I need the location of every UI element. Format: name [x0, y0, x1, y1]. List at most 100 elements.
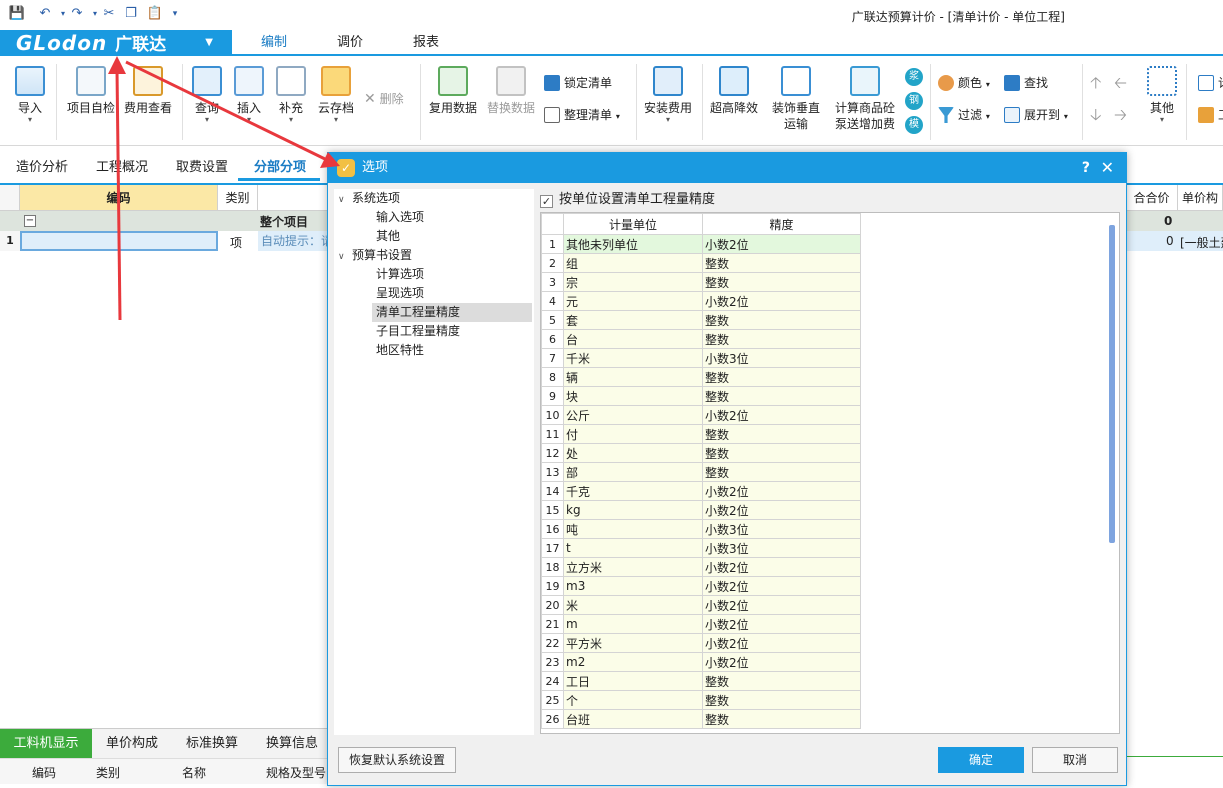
steel-icon[interactable]: 钢 — [905, 92, 923, 110]
tab-fee-settings[interactable]: 取费设置 — [176, 156, 228, 175]
table-row[interactable]: 1 其他未列单位 小数2位 — [541, 234, 861, 254]
tree-item-list-quantity-precision[interactable]: 清单工程量精度 — [372, 303, 532, 322]
table-row[interactable]: 7 千米 小数3位 — [541, 348, 861, 368]
table-row[interactable]: 12 处整数 — [541, 443, 861, 463]
fee-view-button[interactable]: 费用查看 — [122, 66, 174, 116]
cancel-button[interactable]: 取消 — [1032, 747, 1118, 773]
precision-cell[interactable]: 整数 — [702, 462, 861, 482]
import-button[interactable]: 导入 ▾ — [12, 66, 48, 124]
paste-icon[interactable]: 📋 — [146, 5, 164, 23]
header-precision[interactable]: 精度 — [702, 213, 861, 235]
insert-button[interactable]: 插入 ▾ — [232, 66, 266, 124]
lock-list-button[interactable]: 锁定清单 — [544, 72, 612, 94]
tree-item-system-options[interactable]: ∨ 系统选项 — [338, 189, 400, 208]
collapse-chevron-icon[interactable]: ∨ — [338, 248, 352, 267]
precision-cell[interactable]: 整数 — [702, 690, 861, 710]
type-cell[interactable]: 项 — [230, 234, 242, 251]
formwork-icon[interactable]: 模 — [905, 116, 923, 134]
tab-standard-conversion[interactable]: 标准换算 — [172, 729, 252, 759]
unit-cell[interactable]: 元 — [563, 291, 703, 311]
bottom-col-type[interactable]: 类别 — [96, 764, 120, 781]
precision-cell[interactable]: 整数 — [702, 367, 861, 387]
unit-cell[interactable]: t — [563, 538, 703, 558]
bottom-col-name[interactable]: 名称 — [182, 764, 206, 781]
logo-dropdown-icon[interactable]: ▼ — [205, 30, 214, 56]
move-down-icon[interactable]: 🡣 — [1090, 104, 1102, 126]
concrete-pump-button[interactable]: 计算商品砼 泵送增加费 — [832, 66, 898, 132]
self-check-button[interactable]: 项目自检 — [64, 66, 118, 116]
table-row[interactable]: 15 kg 小数2位 — [541, 500, 861, 520]
tab-baobiao[interactable]: 报表 — [388, 30, 464, 56]
unit-cell[interactable]: 处 — [563, 443, 703, 463]
unit-cell[interactable]: 其他未列单位 — [563, 234, 703, 254]
other-button[interactable]: 其他 ▾ — [1146, 66, 1178, 124]
bottom-col-spec[interactable]: 规格及型号 — [266, 764, 326, 781]
cloud-save-button[interactable]: 云存档 ▾ — [316, 66, 356, 124]
install-fee-button[interactable]: 安装费用 ▾ — [642, 66, 694, 124]
move-left-icon[interactable]: 🡠 — [1114, 72, 1127, 94]
move-right-icon[interactable]: 🡢 — [1114, 104, 1127, 126]
unit-cell[interactable]: 平方米 — [563, 633, 703, 653]
unit-cell[interactable]: m3 — [563, 576, 703, 596]
table-row[interactable]: 11 付整数 — [541, 424, 861, 444]
unit-cell[interactable]: 千米 — [563, 348, 703, 368]
supplement-button[interactable]: 补充 ▾ — [274, 66, 308, 124]
tab-unit-price[interactable]: 单价构成 — [92, 729, 172, 759]
unit-cell[interactable]: 公斤 — [563, 405, 703, 425]
precision-cell[interactable]: 整数 — [702, 424, 861, 444]
code-cell[interactable] — [20, 231, 218, 251]
tool-button[interactable]: 工 — [1198, 104, 1223, 126]
unit-cell[interactable]: 辆 — [563, 367, 703, 387]
precision-cell[interactable]: 整数 — [702, 386, 861, 406]
tree-item-display-options[interactable]: 呈现选项 — [376, 284, 424, 303]
table-row[interactable]: 18 立方米 小数2位 — [541, 557, 861, 577]
unit-cell[interactable]: 套 — [563, 310, 703, 330]
precision-cell[interactable]: 整数 — [702, 671, 861, 691]
table-row[interactable]: 16 吨小数3位 — [541, 519, 861, 539]
bottom-col-code[interactable]: 编码 — [32, 764, 56, 781]
tab-bianzhi[interactable]: 编制 — [236, 30, 312, 56]
precision-cell[interactable]: 小数3位 — [702, 519, 861, 539]
precision-cell[interactable]: 小数2位 — [702, 291, 861, 311]
unit-cell[interactable]: 个 — [563, 690, 703, 710]
help-button[interactable]: ? — [1082, 153, 1090, 183]
table-row[interactable]: 14 千克 小数2位 — [541, 481, 861, 501]
tree-item-budget-settings[interactable]: ∨ 预算书设置 — [338, 246, 412, 265]
tab-conversion-info[interactable]: 换算信息 — [252, 729, 332, 759]
table-row[interactable]: 22 平方米 小数2位 — [541, 633, 861, 653]
close-icon[interactable]: ✕ — [1101, 153, 1114, 183]
table-row[interactable]: 4 元小数2位 — [541, 291, 861, 311]
table-row[interactable]: 1 项 自动提示：请 — [0, 231, 330, 251]
precision-cell[interactable]: 小数2位 — [702, 614, 861, 634]
tree-item-input-options[interactable]: 输入选项 — [376, 208, 424, 227]
table-row[interactable]: 19 m3 小数2位 — [541, 576, 861, 596]
tab-division-items[interactable]: 分部分项 — [254, 156, 306, 175]
unit-cell[interactable]: kg — [563, 500, 703, 520]
unit-cell[interactable]: 米 — [563, 595, 703, 615]
table-row[interactable]: 3 宗整数 — [541, 272, 861, 292]
precision-cell[interactable]: 整数 — [702, 329, 861, 349]
precision-cell[interactable]: 小数2位 — [702, 633, 861, 653]
header-total[interactable]: 合合价 — [1126, 185, 1178, 211]
tab-cost-analysis[interactable]: 造价分析 — [16, 156, 68, 175]
precision-cell[interactable]: 小数3位 — [702, 538, 861, 558]
mortar-icon[interactable]: 浆 — [905, 68, 923, 86]
unit-cell[interactable]: 宗 — [563, 272, 703, 292]
table-row[interactable]: 10 公斤 小数2位 — [541, 405, 861, 425]
precision-cell[interactable]: 整数 — [702, 709, 861, 729]
copy-icon[interactable]: ❐ — [122, 5, 140, 23]
tree-item-sub-quantity-precision[interactable]: 子目工程量精度 — [376, 322, 460, 341]
redo-icon[interactable]: ↷ — [68, 5, 86, 23]
move-up-icon[interactable]: 🡡 — [1090, 72, 1102, 94]
unit-cell[interactable]: 台班 — [563, 709, 703, 729]
checkbox-checked-icon[interactable]: ✓ — [540, 195, 553, 208]
precision-cell[interactable]: 小数2位 — [702, 652, 861, 672]
tab-labor-material[interactable]: 工料机显示 — [0, 729, 92, 759]
precision-cell[interactable]: 小数2位 — [702, 405, 861, 425]
table-row[interactable]: 8 辆整数 — [541, 367, 861, 387]
unit-cell[interactable]: 部 — [563, 462, 703, 482]
precision-cell[interactable]: 整数 — [702, 443, 861, 463]
table-row[interactable]: 13 部整数 — [541, 462, 861, 482]
table-row[interactable]: 9 块整数 — [541, 386, 861, 406]
root-row[interactable]: − 整个项目 — [0, 211, 330, 231]
